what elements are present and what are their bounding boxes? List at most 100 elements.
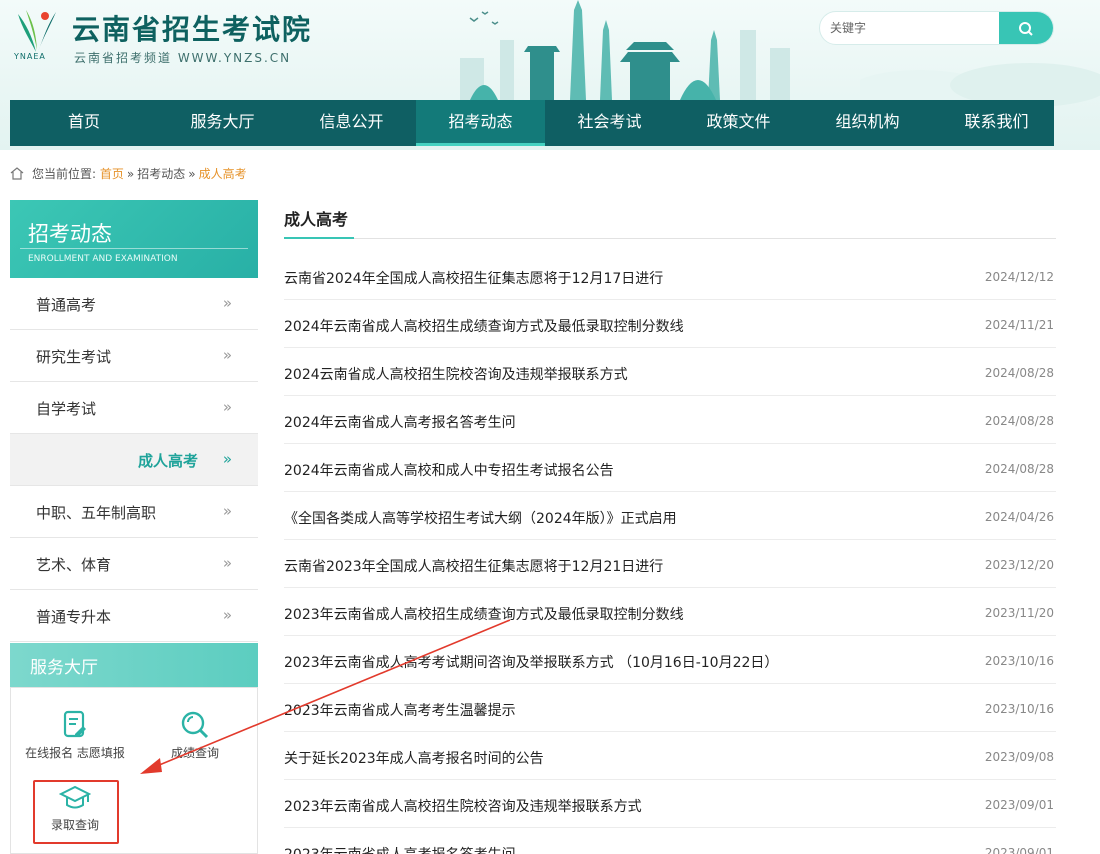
- breadcrumb-separator: »: [188, 166, 196, 181]
- news-item[interactable]: 2023年云南省成人高考考生温馨提示 2023/10/16: [284, 684, 1056, 732]
- news-item[interactable]: 2023年云南省成人高校招生院校咨询及违规举报联系方式 2023/09/01: [284, 780, 1056, 828]
- news-item[interactable]: 2024年云南省成人高校招生成绩查询方式及最低录取控制分数线 2024/11/21: [284, 300, 1056, 348]
- nav-item-organization[interactable]: 组织机构: [803, 100, 932, 146]
- sidebar-title-en: ENROLLMENT AND EXAMINATION: [28, 254, 178, 264]
- graduation-cap-icon: [59, 785, 91, 809]
- sidebar-item-postgraduate[interactable]: 研究生考试 »: [10, 330, 258, 382]
- admission-query-link[interactable]: 录取查询: [35, 784, 115, 833]
- sidebar-item-self-study[interactable]: 自学考试 »: [10, 382, 258, 434]
- nav-item-info-public[interactable]: 信息公开: [287, 100, 416, 146]
- news-date: 2023/10/16: [984, 654, 1054, 668]
- news-date: 2024/04/26: [984, 510, 1054, 524]
- breadcrumb-home-link[interactable]: 首页: [100, 165, 124, 182]
- service-label: 成绩查询: [170, 746, 219, 760]
- news-title[interactable]: 云南省2023年全国成人高校招生征集志愿将于12月21日进行: [284, 556, 663, 576]
- news-date: 2024/08/28: [984, 414, 1054, 428]
- double-chevron-icon: »: [222, 346, 232, 364]
- news-item[interactable]: 云南省2023年全国成人高校招生征集志愿将于12月21日进行 2023/12/20: [284, 540, 1056, 588]
- news-item[interactable]: 2024云南省成人高校招生院校咨询及违规举报联系方式 2024/08/28: [284, 348, 1056, 396]
- news-date: 2023/11/20: [984, 606, 1054, 620]
- news-title[interactable]: 关于延长2023年成人高考报名时间的公告: [284, 748, 544, 768]
- sidebar-item-adult-gaokao[interactable]: 成人高考 »: [10, 434, 258, 486]
- sidebar-item-upgrade-bachelor[interactable]: 普通专升本 »: [10, 590, 258, 642]
- news-title[interactable]: 2023年云南省成人高校招生院校咨询及违规举报联系方式: [284, 796, 642, 816]
- news-item[interactable]: 《全国各类成人高等学校招生考试大纲（2024年版）》正式启用 2024/04/26: [284, 492, 1056, 540]
- search-button[interactable]: [999, 12, 1053, 44]
- sidebar-title-divider: [20, 248, 248, 249]
- news-date: 2023/09/01: [984, 846, 1054, 854]
- sidebar-item-general-gaokao[interactable]: 普通高考 »: [10, 278, 258, 330]
- main-nav: 首页 服务大厅 信息公开 招考动态 社会考试 政策文件 组织机构 联系我们: [10, 100, 1054, 146]
- news-title[interactable]: 2024年云南省成人高校招生成绩查询方式及最低录取控制分数线: [284, 316, 684, 336]
- news-title[interactable]: 2024年云南省成人高考报名答考生问: [284, 412, 516, 432]
- sidebar-menu: 普通高考 » 研究生考试 » 自学考试 » 成人高考 » 中职、五年制高职 » …: [10, 278, 258, 642]
- sidebar-item-label: 普通高考: [36, 296, 97, 314]
- breadcrumb-separator: »: [126, 166, 135, 181]
- nav-item-social-exams[interactable]: 社会考试: [545, 100, 674, 146]
- sidebar-item-label: 中职、五年制高职: [36, 504, 157, 522]
- double-chevron-icon: »: [222, 606, 232, 624]
- page-title: 成人高考: [284, 210, 349, 229]
- news-list: 云南省2024年全国成人高校招生征集志愿将于12月17日进行 2024/12/12…: [284, 252, 1056, 854]
- sidebar-item-label: 普通专升本: [36, 608, 112, 626]
- news-item[interactable]: 2024年云南省成人高考报名答考生问 2024/08/28: [284, 396, 1056, 444]
- news-date: 2024/08/28: [984, 462, 1054, 476]
- sidebar-title: 招考动态: [28, 222, 112, 246]
- news-title[interactable]: 2024年云南省成人高校和成人中专招生考试报名公告: [284, 460, 614, 480]
- sidebar-item-label: 成人高考: [138, 452, 199, 470]
- news-item[interactable]: 关于延长2023年成人高考报名时间的公告 2023/09/08: [284, 732, 1056, 780]
- site-title[interactable]: 云南省招生考试院: [72, 8, 312, 48]
- breadcrumb: 您当前位置: 首页 » 招考动态 » 成人高考: [10, 165, 247, 182]
- nav-item-service-hall[interactable]: 服务大厅: [158, 100, 287, 146]
- news-item[interactable]: 云南省2024年全国成人高校招生征集志愿将于12月17日进行 2024/12/12: [284, 252, 1056, 300]
- news-title[interactable]: 2024云南省成人高校招生院校咨询及违规举报联系方式: [284, 364, 628, 384]
- online-registration-link[interactable]: 在线报名 志愿填报: [19, 710, 131, 761]
- news-date: 2024/08/28: [984, 366, 1054, 380]
- search-icon: [181, 711, 209, 739]
- news-title[interactable]: 云南省2024年全国成人高校招生征集志愿将于12月17日进行: [284, 268, 663, 288]
- news-title[interactable]: 2023年云南省成人高校招生成绩查询方式及最低录取控制分数线: [284, 604, 684, 624]
- breadcrumb-prefix: 您当前位置:: [32, 167, 97, 181]
- news-item[interactable]: 2023年云南省成人高考报名答考生问 2023/09/01: [284, 828, 1056, 854]
- breadcrumb-current: 成人高考: [198, 167, 247, 181]
- sidebar-item-vocational[interactable]: 中职、五年制高职 »: [10, 486, 258, 538]
- breadcrumb-section-link[interactable]: 招考动态: [137, 165, 185, 182]
- sidebar-header: 招考动态 ENROLLMENT AND EXAMINATION: [10, 200, 258, 278]
- news-date: 2023/10/16: [984, 702, 1054, 716]
- news-date: 2023/09/08: [984, 750, 1054, 764]
- news-title[interactable]: 2023年云南省成人高考报名答考生问: [284, 844, 516, 854]
- sidebar-item-label: 艺术、体育: [36, 556, 112, 574]
- service-label: 在线报名 志愿填报: [25, 746, 125, 760]
- news-title[interactable]: 《全国各类成人高等学校招生考试大纲（2024年版）》正式启用: [284, 508, 677, 528]
- service-label: 录取查询: [50, 818, 99, 832]
- logo-text: YNAEA: [14, 52, 46, 61]
- sidebar-item-arts-sports[interactable]: 艺术、体育 »: [10, 538, 258, 590]
- nav-item-home[interactable]: 首页: [10, 100, 158, 146]
- nav-item-contact[interactable]: 联系我们: [932, 100, 1061, 146]
- double-chevron-icon: »: [222, 554, 232, 572]
- news-date: 2024/11/21: [984, 318, 1054, 332]
- double-chevron-icon: »: [222, 398, 232, 416]
- search-input[interactable]: [820, 12, 1001, 44]
- news-title[interactable]: 2023年云南省成人高考考生温馨提示: [284, 700, 516, 720]
- search-icon: [1019, 22, 1033, 36]
- services-header: 服务大厅: [10, 643, 258, 687]
- news-item[interactable]: 2023年云南省成人高考考试期间咨询及举报联系方式 （10月16日-10月22日…: [284, 636, 1056, 684]
- home-icon: [10, 167, 24, 180]
- score-query-link[interactable]: 成绩查询: [139, 710, 251, 761]
- nav-item-policy-docs[interactable]: 政策文件: [674, 100, 803, 146]
- double-chevron-icon: »: [222, 294, 232, 312]
- news-item[interactable]: 2024年云南省成人高校和成人中专招生考试报名公告 2024/08/28: [284, 444, 1056, 492]
- site-header: YNAEA 云南省招生考试院 云南省招考频道 WWW.YNZS.CN 关键字 首…: [0, 0, 1100, 150]
- news-title[interactable]: 2023年云南省成人高考考试期间咨询及举报联系方式 （10月16日-10月22日…: [284, 652, 778, 672]
- double-chevron-icon: »: [222, 502, 232, 520]
- site-subtitle: 云南省招考频道 WWW.YNZS.CN: [74, 51, 292, 65]
- search-box: [819, 11, 1054, 45]
- nav-item-enrollment-news[interactable]: 招考动态: [416, 100, 545, 146]
- news-date: 2024/12/12: [984, 270, 1054, 284]
- news-item[interactable]: 2023年云南省成人高校招生成绩查询方式及最低录取控制分数线 2023/11/20: [284, 588, 1056, 636]
- double-chevron-icon: »: [222, 450, 232, 468]
- sidebar-item-label: 研究生考试: [36, 348, 112, 366]
- title-underline: [284, 237, 354, 239]
- sidebar-item-label: 自学考试: [36, 400, 97, 418]
